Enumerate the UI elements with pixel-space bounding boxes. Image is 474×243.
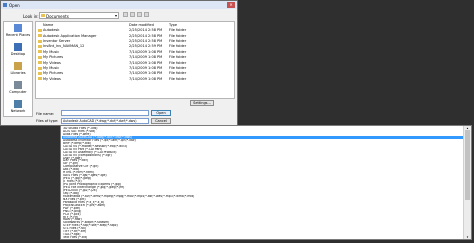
open-button[interactable]: Open [151,109,171,116]
place-label: Network [10,109,26,113]
file-type-option[interactable]: All Files (*.*) [62,239,463,240]
file-row[interactable]: Inv8nt_Inv_NAVMAN_12 2/25/2014 2:59 PM Fil… [36,44,234,49]
app-icon [3,3,7,7]
file-type: File folder [169,49,187,54]
file-row[interactable]: Autodesk 2/25/2014 2:58 PM File folder [36,28,234,33]
file-type-combo[interactable]: Autodesk AutoCAD (*.dwg;*.dxf;*.dwf;*.dw… [61,117,149,124]
file-name: Autodesk [43,28,60,33]
file-date: 2/25/2014 2:58 PM [129,28,163,33]
lookin-value: Documents [46,13,69,19]
file-row[interactable]: My Music 7/14/2009 1:08 PM File folder [36,66,234,71]
file-row[interactable]: Inventor Server 2/25/2014 2:58 PM File fol… [36,39,234,44]
file-date: 2/25/2014 2:58 PM [129,33,163,38]
file-date: 2/25/2014 2:59 PM [129,44,163,49]
column-date[interactable]: Date modified [129,23,154,27]
file-name: My Videos [43,60,61,65]
file-name: My Pictures [43,71,64,76]
lookin-label: Look in: [23,14,39,19]
folder-icon [38,77,42,81]
column-type[interactable]: Type [169,23,177,27]
folder-icon [38,28,42,32]
folder-icon [38,66,42,70]
chevron-down-icon[interactable]: ▾ [115,13,117,18]
file-date: 7/14/2009 1:08 PM [129,55,163,60]
file-type: File folder [169,44,187,49]
file-name: Inv8nt_Inv_NAVMAN_12 [43,44,85,49]
place-computer[interactable]: Computer [4,80,32,98]
file-name: My Music [43,66,60,71]
scroll-thumb[interactable] [465,130,470,200]
computer-icon [14,81,22,89]
place-label: Libraries [10,71,26,75]
desktop-icon [14,43,22,51]
lookin-combo[interactable]: Documents ▾ [39,11,119,19]
dropdown-scrollbar[interactable]: ▴ ▾ [463,126,471,239]
file-name-label: File name: [36,112,55,116]
file-type-option[interactable]: Text Files (*.txt) [62,236,463,239]
file-date: 7/14/2009 1:08 PM [129,60,163,65]
file-type: File folder [169,33,187,38]
file-type-label: Files of type: [36,119,59,123]
file-list[interactable]: Name Date modified Type Autodesk 2/25/201… [35,21,235,99]
folder-icon [41,14,45,17]
place-desktop[interactable]: Desktop [4,42,32,60]
back-icon[interactable] [123,12,128,17]
folder-icon [38,50,42,54]
place-recent-places[interactable]: Recent Places [4,23,32,41]
folder-icon [38,55,42,59]
title-bar: Open ✕ [1,1,237,9]
file-row[interactable]: My Videos 7/14/2009 1:08 PM File folder [36,60,234,65]
file-name: Inventor Server [43,39,71,44]
place-label: Computer [9,90,27,94]
file-type-value: Autodesk AutoCAD (*.dwg;*.dxf;*.dwf;*.dw… [63,119,137,123]
file-type: File folder [169,60,187,65]
file-type: File folder [169,76,187,81]
folder-icon [38,61,42,65]
place-label: Recent Places [5,33,31,37]
cancel-button[interactable]: Cancel [151,117,171,124]
folder-icon [38,44,42,48]
settings-button[interactable]: Settings... [190,100,214,106]
place-libraries[interactable]: Libraries [4,61,32,79]
folder-icon [38,34,42,38]
file-type: File folder [169,66,187,71]
recent-places-icon [14,24,22,32]
file-name-input[interactable] [61,110,149,116]
file-row[interactable]: My Videos 7/14/2009 1:08 PM File folder [36,77,234,82]
file-date: 2/25/2014 2:58 PM [129,39,163,44]
file-name: Autodesk Application Manager [43,33,97,38]
close-icon[interactable]: ✕ [227,2,235,8]
column-name[interactable]: Name [43,23,53,27]
libraries-icon [14,62,22,70]
file-name: My Music [43,49,60,54]
file-row[interactable]: My Music 7/14/2009 1:08 PM File folder [36,50,234,55]
network-icon [14,100,22,108]
file-date: 7/14/2009 1:08 PM [129,66,163,71]
place-network[interactable]: Network [4,99,32,117]
file-date: 7/14/2009 1:08 PM [129,71,163,76]
up-folder-icon[interactable] [130,12,135,17]
scroll-down-icon[interactable]: ▾ [464,235,471,239]
column-headers: Name Date modified Type [36,22,234,27]
folder-icon [38,39,42,43]
file-type: File folder [169,39,187,44]
open-dialog: Open ✕ Look in: Documents ▾ Recent Place… [0,0,238,126]
file-date: 7/14/2009 1:08 PM [129,49,163,54]
file-row[interactable]: My Pictures 7/14/2009 1:08 PM File folder [36,71,234,76]
new-folder-icon[interactable] [137,12,142,17]
view-menu-icon[interactable] [144,12,149,17]
file-type-dropdown[interactable]: 3D Studio Files (*.3ds) ACIS SAT Files (*… [60,125,472,240]
file-row[interactable]: My Pictures 7/14/2009 1:08 PM File folder [36,55,234,60]
window-title: Open [9,2,20,8]
places-bar: Recent Places Desktop Libraries Computer… [3,21,33,117]
place-label: Desktop [10,52,26,56]
folder-icon [38,71,42,75]
file-row[interactable]: Autodesk Application Manager 2/25/2014 2:… [36,33,234,38]
file-name: My Pictures [43,55,64,60]
file-date: 7/14/2009 1:08 PM [129,76,163,81]
file-type: File folder [169,28,187,33]
file-type: File folder [169,55,187,60]
file-type: File folder [169,71,187,76]
file-name: My Videos [43,76,61,81]
